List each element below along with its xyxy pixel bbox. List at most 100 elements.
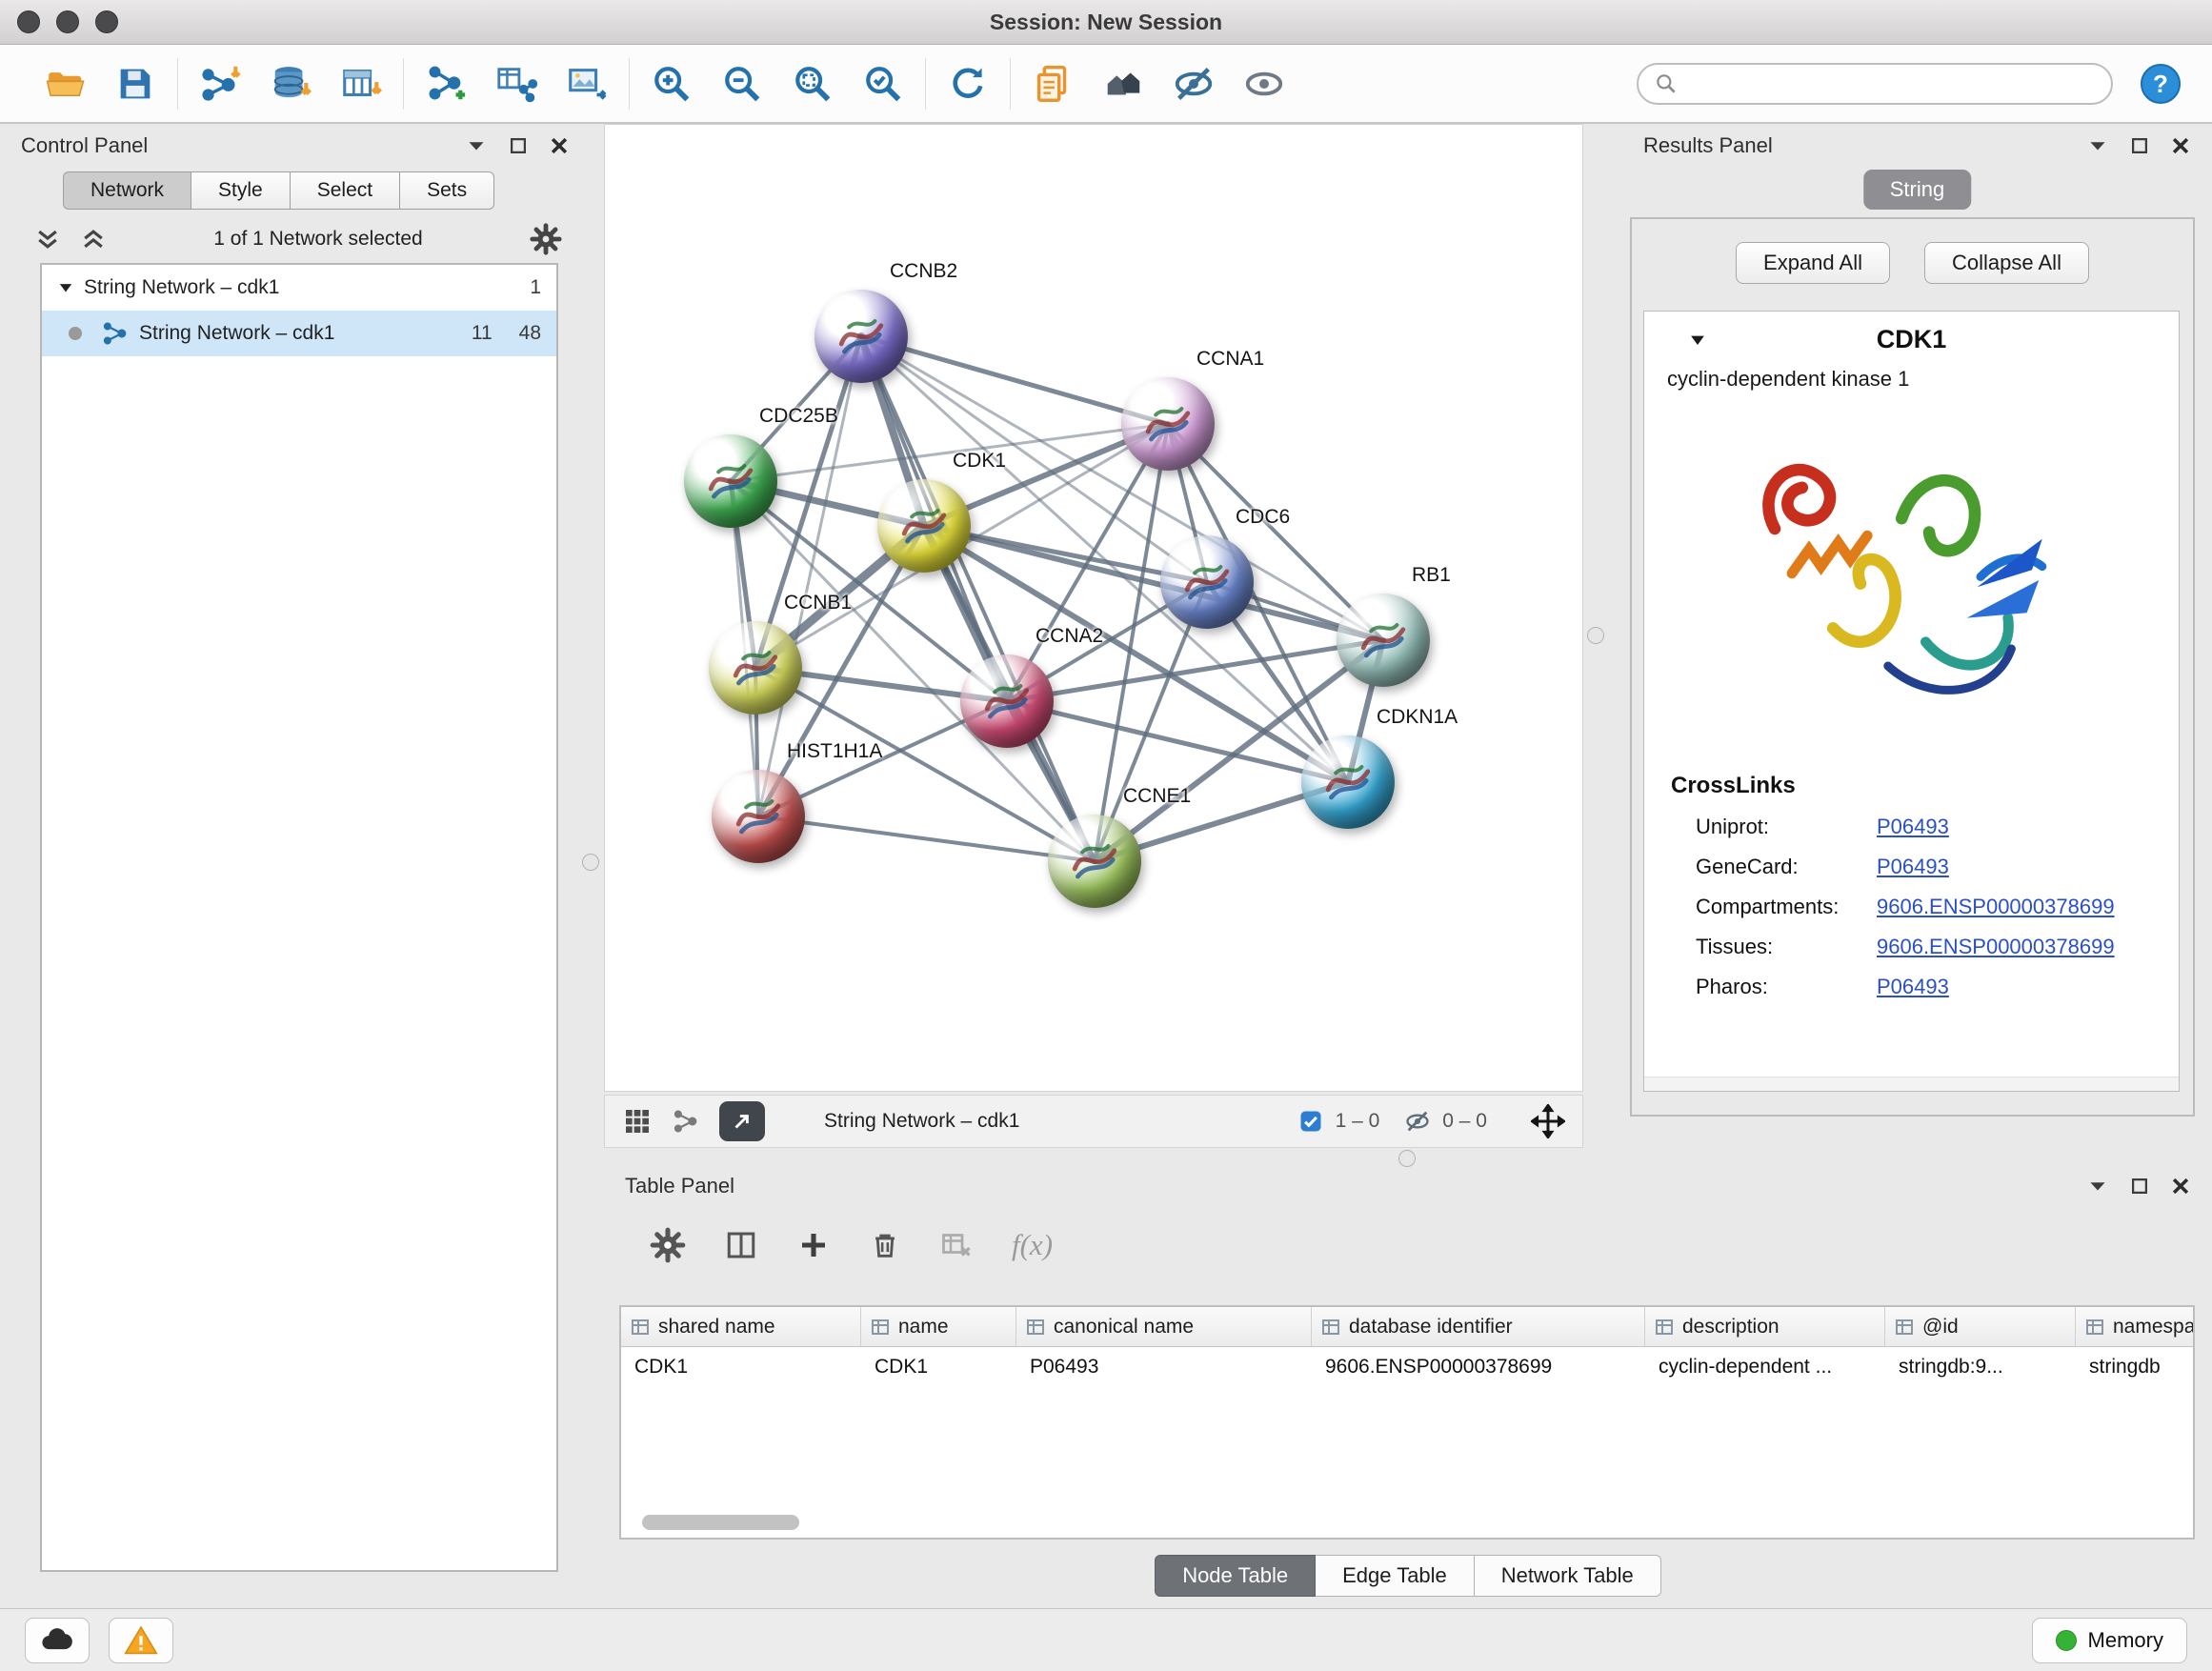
expand-all-button[interactable]: Expand All bbox=[1736, 242, 1890, 284]
cloud-button[interactable] bbox=[25, 1618, 90, 1663]
tab-node-table[interactable]: Node Table bbox=[1155, 1555, 1316, 1597]
help-icon[interactable]: ? bbox=[2138, 61, 2183, 107]
crosslink-link[interactable]: P06493 bbox=[1877, 855, 1949, 879]
tab-network[interactable]: Network bbox=[63, 171, 191, 210]
tab-style[interactable]: Style bbox=[191, 171, 290, 210]
network-node-rb1[interactable] bbox=[1337, 594, 1430, 687]
crosslink-link[interactable]: 9606.ENSP00000378699 bbox=[1877, 935, 2115, 959]
detach-view-button[interactable] bbox=[719, 1101, 765, 1141]
gear-icon[interactable] bbox=[530, 223, 562, 255]
tab-network-table[interactable]: Network Table bbox=[1475, 1555, 1661, 1597]
crosslink-label: Uniprot: bbox=[1696, 815, 1877, 839]
network-node-hist1h1a[interactable] bbox=[712, 770, 805, 863]
network-edge[interactable] bbox=[861, 336, 1095, 861]
table-settings-gear-icon[interactable] bbox=[650, 1227, 686, 1263]
column-header[interactable]: description bbox=[1645, 1307, 1885, 1347]
selected-checkbox-icon[interactable] bbox=[1297, 1108, 1324, 1135]
memory-button[interactable]: Memory bbox=[2032, 1618, 2187, 1663]
column-header[interactable]: shared name bbox=[621, 1307, 861, 1347]
collection-count: 1 bbox=[530, 276, 541, 299]
column-header[interactable]: namespace bbox=[2076, 1307, 2195, 1347]
network-row[interactable]: String Network – cdk1 11 48 bbox=[42, 311, 556, 356]
network-node-cdk1[interactable] bbox=[877, 479, 971, 573]
network-node-ccna2[interactable] bbox=[960, 654, 1054, 748]
zoom-in-icon[interactable] bbox=[645, 57, 698, 111]
network-node-ccne1[interactable] bbox=[1048, 815, 1141, 908]
panel-float-icon[interactable] bbox=[2130, 1177, 2149, 1196]
tab-sets[interactable]: Sets bbox=[399, 171, 494, 210]
network-node-ccnb1[interactable] bbox=[709, 621, 802, 715]
current-network-bullet bbox=[69, 327, 82, 340]
save-session-icon[interactable] bbox=[109, 57, 162, 111]
open-session-icon[interactable] bbox=[38, 57, 91, 111]
table-row[interactable]: CDK1CDK1P064939606.ENSP00000378699cyclin… bbox=[621, 1347, 2195, 1387]
network-edge[interactable] bbox=[758, 816, 1095, 861]
search-field[interactable] bbox=[1637, 63, 2113, 105]
network-from-table-icon[interactable] bbox=[490, 57, 543, 111]
network-node-ccna1[interactable] bbox=[1121, 377, 1215, 471]
node-label-ccnb1: CCNB1 bbox=[784, 592, 852, 614]
tab-string[interactable]: String bbox=[1863, 170, 1971, 210]
import-network-icon[interactable] bbox=[193, 57, 247, 111]
column-header[interactable]: database identifier bbox=[1312, 1307, 1645, 1347]
zoom-fit-icon[interactable] bbox=[786, 57, 839, 111]
network-node-cdkn1a[interactable] bbox=[1301, 735, 1395, 829]
tab-edge-table[interactable]: Edge Table bbox=[1316, 1555, 1475, 1597]
network-collection-row[interactable]: String Network – cdk1 1 bbox=[42, 265, 556, 311]
network-overview-icon[interactable] bbox=[672, 1107, 700, 1136]
delete-column-icon[interactable] bbox=[869, 1229, 901, 1261]
zoom-window-button[interactable] bbox=[95, 10, 118, 33]
panel-float-icon[interactable] bbox=[2130, 136, 2149, 155]
collapse-all-icon[interactable] bbox=[34, 226, 61, 252]
import-network-database-icon[interactable] bbox=[264, 57, 317, 111]
minimize-window-button[interactable] bbox=[56, 10, 79, 33]
refresh-icon[interactable] bbox=[941, 57, 995, 111]
export-image-icon[interactable] bbox=[560, 57, 613, 111]
panel-menu-icon[interactable] bbox=[2086, 1175, 2109, 1198]
import-table-icon[interactable] bbox=[334, 57, 388, 111]
panel-close-icon[interactable] bbox=[2170, 135, 2191, 156]
network-node-ccnb2[interactable] bbox=[814, 290, 908, 383]
panel-float-icon[interactable] bbox=[509, 136, 528, 155]
right-splitter-handle[interactable] bbox=[1587, 627, 1604, 644]
entry-collapse-icon[interactable] bbox=[1688, 331, 1707, 350]
expand-all-icon[interactable] bbox=[80, 226, 107, 252]
collection-label: String Network – cdk1 bbox=[84, 276, 279, 299]
show-columns-icon[interactable] bbox=[724, 1228, 758, 1262]
new-network-icon[interactable] bbox=[419, 57, 473, 111]
crosslink-link[interactable]: P06493 bbox=[1877, 815, 1949, 839]
hidden-eye-icon[interactable] bbox=[1404, 1108, 1431, 1135]
network-node-cdc6[interactable] bbox=[1160, 535, 1254, 629]
zoom-selected-icon[interactable] bbox=[856, 57, 910, 111]
column-header[interactable]: canonical name bbox=[1016, 1307, 1312, 1347]
hidden-count: 0 – 0 bbox=[1442, 1110, 1487, 1133]
collapse-all-button[interactable]: Collapse All bbox=[1924, 242, 2089, 284]
collapse-triangle-icon[interactable] bbox=[57, 279, 74, 296]
table-horizontal-scrollbar[interactable] bbox=[629, 1515, 2185, 1530]
hide-selected-icon[interactable] bbox=[1167, 57, 1220, 111]
move-crosshair-icon[interactable] bbox=[1531, 1104, 1565, 1138]
tab-select[interactable]: Select bbox=[290, 171, 399, 210]
panel-close-icon[interactable] bbox=[2170, 1176, 2191, 1197]
panel-menu-icon[interactable] bbox=[2086, 134, 2109, 157]
entry-scrollbar[interactable] bbox=[1644, 1077, 2179, 1091]
zoom-out-icon[interactable] bbox=[715, 57, 769, 111]
crosslink-link[interactable]: P06493 bbox=[1877, 975, 1949, 999]
duplicate-icon[interactable] bbox=[1026, 57, 1079, 111]
crosslink-link[interactable]: 9606.ENSP00000378699 bbox=[1877, 895, 2115, 919]
scrollbar-thumb[interactable] bbox=[642, 1515, 799, 1530]
panel-menu-icon[interactable] bbox=[465, 134, 488, 157]
warning-button[interactable] bbox=[109, 1618, 173, 1663]
home-icon[interactable] bbox=[1096, 57, 1150, 111]
show-all-icon[interactable] bbox=[1237, 57, 1291, 111]
search-input[interactable] bbox=[1688, 71, 2096, 96]
close-window-button[interactable] bbox=[17, 10, 40, 33]
network-node-cdc25b[interactable] bbox=[684, 434, 777, 528]
grid-view-icon[interactable] bbox=[622, 1106, 653, 1137]
panel-close-icon[interactable] bbox=[549, 135, 570, 156]
add-column-icon[interactable] bbox=[796, 1228, 831, 1262]
column-header[interactable]: @id bbox=[1885, 1307, 2076, 1347]
left-splitter-handle[interactable] bbox=[582, 854, 599, 871]
network-canvas[interactable]: CCNB2CCNA1CDC25BCDK1CDC6RB1CCNB1CCNA2CDK… bbox=[604, 124, 1583, 1092]
column-header[interactable]: name bbox=[861, 1307, 1016, 1347]
